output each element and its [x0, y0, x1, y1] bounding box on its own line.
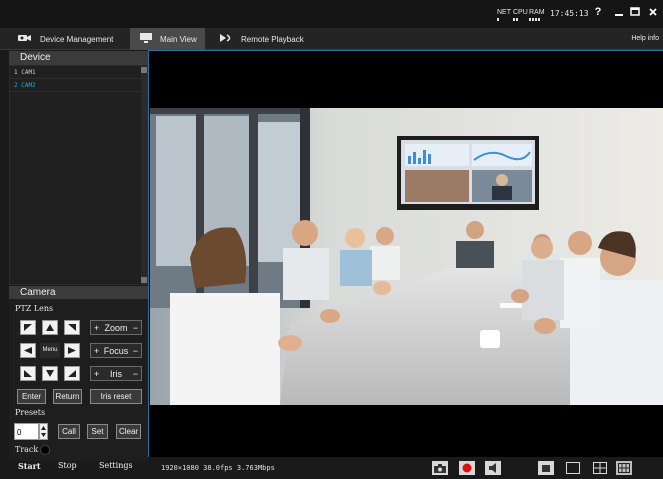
ram-indicator: RAM	[529, 9, 545, 21]
layout-quad-button[interactable]	[592, 461, 608, 475]
tab-remote-playback[interactable]: Remote Playback	[219, 28, 319, 50]
iris-close-button[interactable]: −	[133, 369, 138, 379]
ptz-down-left-button[interactable]	[20, 366, 36, 381]
cpu-indicator: CPU	[513, 9, 528, 21]
start-button[interactable]: Start	[18, 461, 41, 471]
camera-icon	[434, 463, 446, 473]
maximize-icon	[630, 7, 640, 16]
iris-reset-button[interactable]: Iris reset	[90, 389, 142, 404]
full-view-icon	[566, 462, 580, 474]
close-icon	[649, 8, 657, 16]
camera-panel: PTZ Lens + Zoom − Menu + Focus − + Iris …	[9, 299, 148, 461]
minimize-icon	[615, 14, 623, 16]
playback-icon	[219, 33, 233, 45]
record-button[interactable]	[459, 461, 475, 475]
track-toggle[interactable]	[40, 445, 50, 455]
focus-label: Focus	[103, 345, 129, 356]
presets-label: Presets	[15, 408, 46, 417]
iris-label: Iris	[110, 368, 122, 379]
stream-info: 1920×1080 38.0fps 3.763Mbps	[161, 464, 275, 472]
multi-view-icon	[618, 463, 630, 473]
scroll-up-arrow[interactable]	[141, 67, 147, 73]
zoom-out-button[interactable]: −	[133, 323, 138, 333]
video-view[interactable]	[148, 50, 663, 457]
iris-control: + Iris −	[90, 366, 142, 381]
focus-far-button[interactable]: −	[133, 346, 138, 356]
ram-label: RAM	[529, 9, 545, 16]
preset-call-button[interactable]: Call	[58, 424, 80, 439]
scroll-down-arrow[interactable]	[141, 277, 147, 283]
preset-spinner[interactable]	[39, 423, 48, 440]
focus-control: + Focus −	[90, 343, 142, 358]
preset-set-button[interactable]: Set	[87, 424, 108, 439]
stop-button[interactable]: Stop	[58, 461, 77, 470]
snapshot-button[interactable]	[432, 461, 448, 475]
iris-open-button[interactable]: +	[94, 369, 99, 379]
ptz-left-button[interactable]	[20, 343, 36, 358]
monitor-icon	[140, 33, 152, 45]
zoom-in-button[interactable]: +	[94, 323, 99, 333]
preset-clear-button[interactable]: Clear	[116, 424, 141, 439]
device-panel-title: Device	[9, 51, 148, 65]
clock: 17:45:13	[550, 9, 589, 18]
tab-bar: Device Management Main View Remote Playb…	[0, 28, 663, 50]
preset-number-input[interactable]: 0	[14, 423, 39, 440]
ptz-menu-button[interactable]: Menu	[40, 343, 60, 358]
arrow-left-icon	[24, 347, 32, 354]
ptz-right-button[interactable]	[64, 343, 80, 358]
help-info-link[interactable]: Help info	[631, 28, 659, 50]
net-indicator: NET	[497, 9, 511, 21]
layout-single-button[interactable]	[538, 461, 554, 475]
device-item-cam1[interactable]: 1 CAM1	[10, 66, 147, 79]
arrow-down-right-icon	[68, 370, 76, 377]
title-bar: NET CPU RAM 17:45:13 ?	[0, 0, 663, 28]
zoom-label: Zoom	[104, 322, 128, 333]
ptz-up-button[interactable]	[42, 320, 58, 335]
close-button[interactable]	[645, 4, 661, 20]
arrow-up-right-icon	[68, 324, 76, 331]
cpu-label: CPU	[513, 9, 528, 16]
tab-label: Main View	[160, 34, 197, 44]
help-button[interactable]: ?	[590, 4, 606, 20]
ptz-lens-label: PTZ Lens	[15, 304, 54, 313]
minimize-button[interactable]	[611, 4, 627, 20]
single-view-icon	[542, 464, 550, 472]
speaker-icon	[489, 463, 496, 473]
camera-panel-title: Camera	[9, 286, 148, 299]
tab-device-management[interactable]: Device Management	[18, 28, 130, 50]
ptz-up-left-button[interactable]	[20, 320, 36, 335]
camera-gear-icon	[18, 33, 32, 45]
arrow-up-left-icon	[24, 324, 32, 331]
arrow-down-left-icon	[24, 370, 32, 377]
net-label: NET	[497, 9, 511, 16]
video-frame[interactable]	[150, 108, 663, 405]
device-list: 1 CAM1 2 CAM2	[9, 65, 148, 285]
device-item-cam2[interactable]: 2 CAM2	[10, 79, 147, 92]
arrow-up-icon	[46, 324, 54, 331]
zoom-control: + Zoom −	[90, 320, 142, 335]
spinner-arrows-icon	[41, 426, 46, 437]
audio-button[interactable]	[485, 461, 501, 475]
quad-view-icon	[593, 462, 607, 474]
tab-main-view[interactable]: Main View	[130, 28, 205, 50]
layout-multi-button[interactable]	[616, 461, 632, 475]
ptz-down-right-button[interactable]	[64, 366, 80, 381]
settings-button[interactable]: Settings	[99, 461, 133, 470]
device-list-scrollbar[interactable]	[141, 66, 147, 284]
track-label: Track	[15, 445, 39, 454]
enter-button[interactable]: Enter	[17, 389, 46, 404]
maximize-button[interactable]	[627, 4, 643, 20]
status-bar: 1920×1080 38.0fps 3.763Mbps	[148, 457, 663, 479]
arrow-down-icon	[46, 370, 54, 377]
focus-near-button[interactable]: +	[94, 346, 99, 356]
ptz-down-button[interactable]	[42, 366, 58, 381]
tab-label: Remote Playback	[241, 34, 304, 44]
conference-room-image	[150, 108, 663, 405]
return-button[interactable]: Return	[53, 389, 82, 404]
layout-fullscreen-button[interactable]	[565, 461, 581, 475]
record-icon	[462, 463, 472, 473]
ptz-up-right-button[interactable]	[64, 320, 80, 335]
arrow-right-icon	[68, 347, 76, 354]
tab-label: Device Management	[40, 34, 114, 44]
